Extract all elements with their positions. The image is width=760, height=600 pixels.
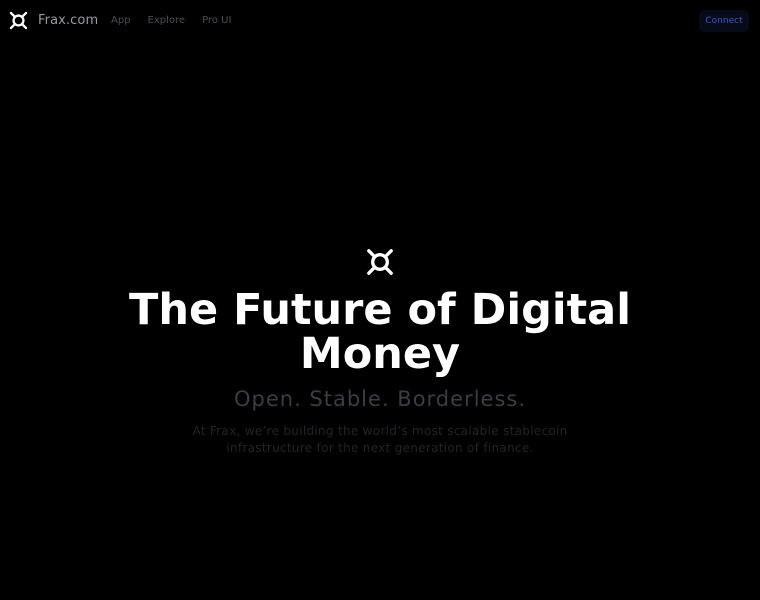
nav-link-explore[interactable]: Explore [148,14,186,27]
hero-title: The Future of Digital Money [129,285,631,379]
brand-link[interactable]: Frax.com [9,11,98,30]
primary-nav: App Explore Pro UI [111,14,248,27]
nav-link-app[interactable]: App [111,14,131,27]
hero-section: The Future of Digital Money Open. Stable… [0,248,760,457]
frax-logo-icon [9,11,28,30]
hero-tagline: Open. Stable. Borderless. [233,387,527,411]
hero-description: At Frax, we’re building the world’s most… [192,424,568,455]
brand-name: Frax.com [38,13,99,28]
connect-button[interactable]: Connect [699,10,749,32]
nav-link-pro-ui[interactable]: Pro UI [202,14,231,27]
page: Frax.com App Explore Pro UI Connect The … [0,0,760,600]
frax-logo-icon [367,249,393,275]
top-navbar: Frax.com App Explore Pro UI Connect [0,0,760,42]
